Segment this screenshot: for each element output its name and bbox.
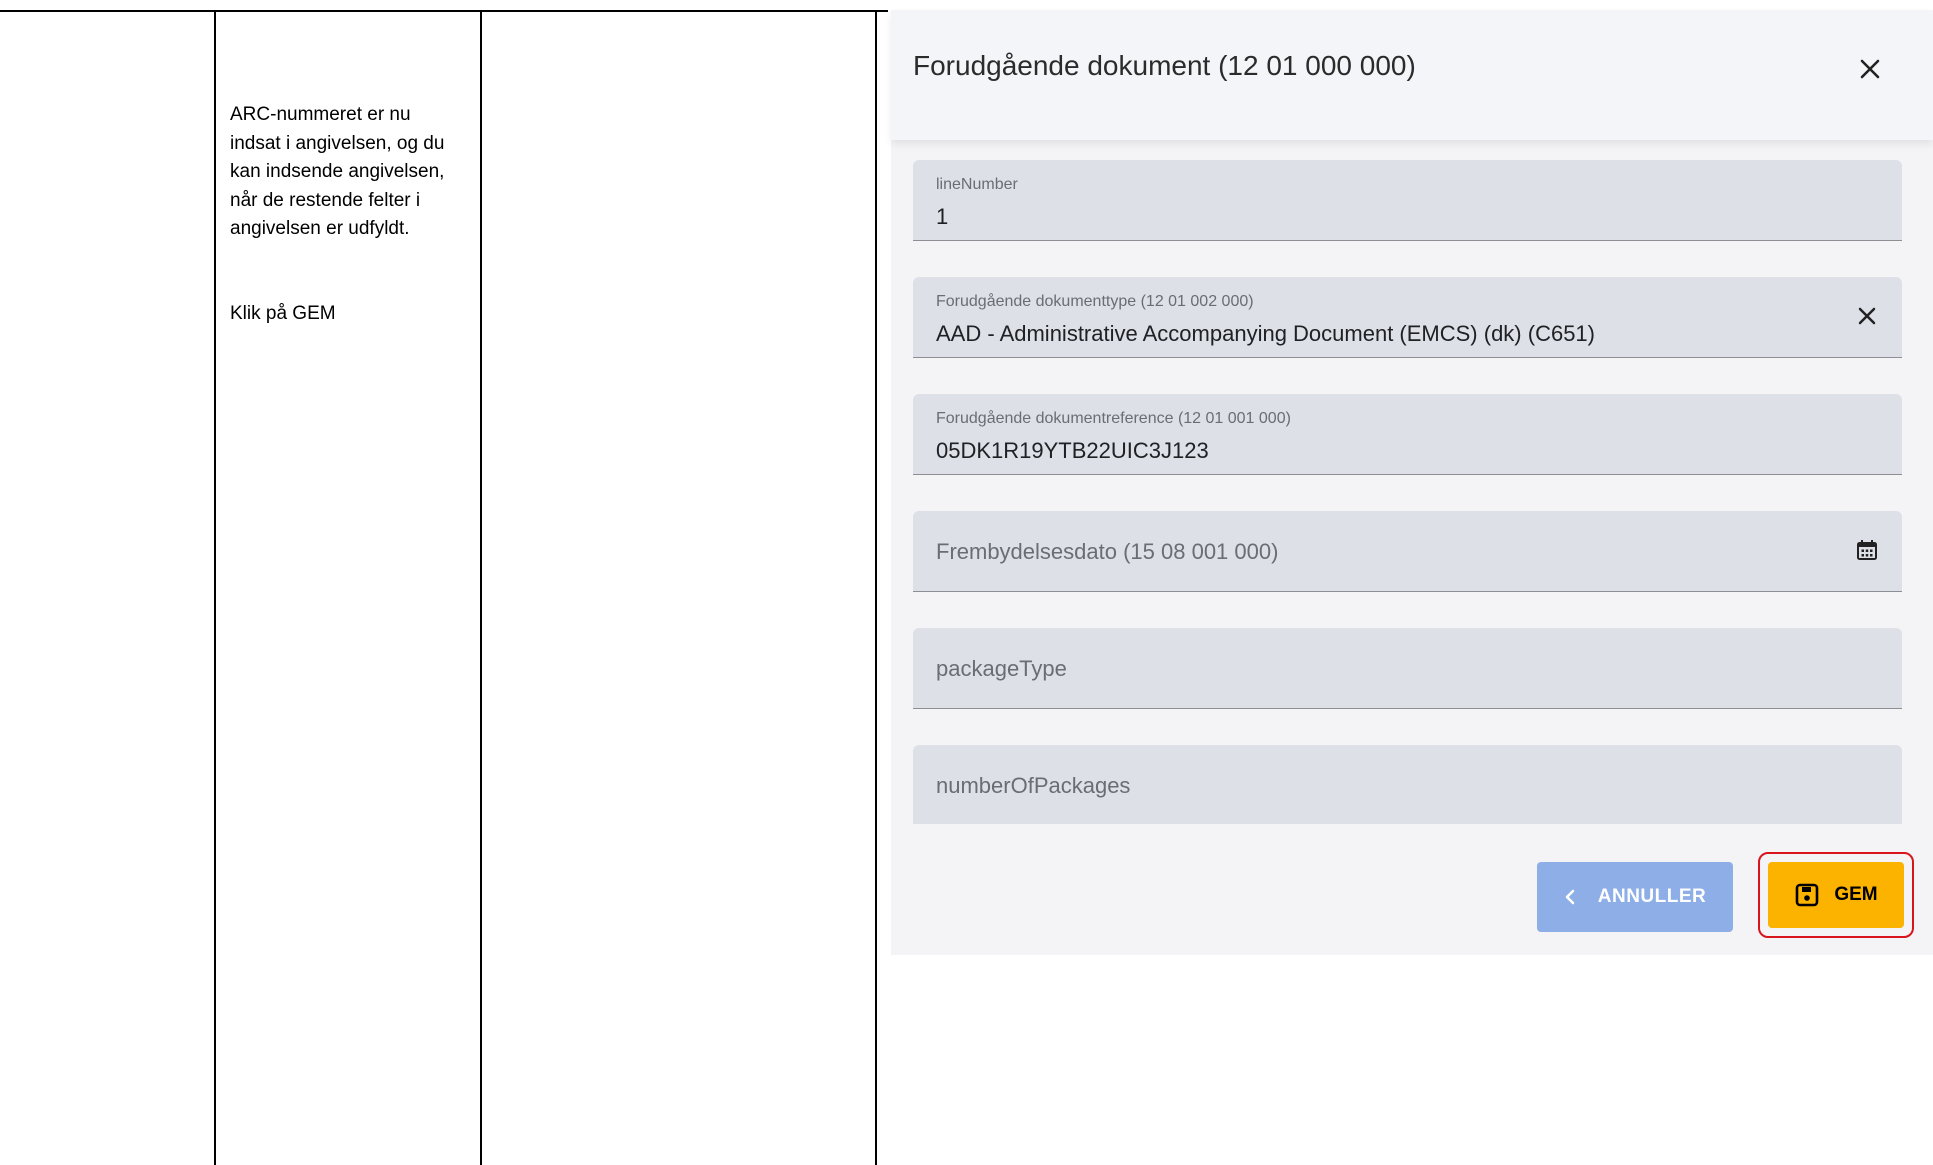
save-icon <box>1794 882 1820 908</box>
field-label: Forudgående dokumenttype (12 01 002 000) <box>936 293 1254 310</box>
cancel-button-label: ANNULLER <box>1597 886 1707 907</box>
chevron-left-icon <box>1564 888 1576 906</box>
cancel-button[interactable]: ANNULLER <box>1537 862 1733 932</box>
document-type-field[interactable]: Forudgående dokumenttype (12 01 002 000)… <box>913 277 1902 358</box>
table-column-divider <box>214 10 216 1165</box>
field-value: 05DK1R19YTB22UIC3J123 <box>936 438 1209 463</box>
calendar-icon[interactable] <box>1852 535 1882 565</box>
field-placeholder: packageType <box>936 656 1067 681</box>
field-placeholder: Frembydelsesdato (15 08 001 000) <box>936 539 1279 564</box>
table-column-divider <box>875 10 877 1165</box>
presentation-date-field[interactable]: Frembydelsesdato (15 08 001 000) <box>913 511 1902 592</box>
dialog-footer: ANNULLER GEM <box>891 824 1933 955</box>
previous-document-dialog: Forudgående dokument (12 01 000 000) lin… <box>891 10 1933 955</box>
save-button[interactable]: GEM <box>1768 862 1904 928</box>
instruction-paragraph: Klik på GEM <box>230 302 336 324</box>
save-button-label: GEM <box>1834 884 1878 905</box>
field-value: AAD - Administrative Accompanying Docume… <box>936 321 1595 346</box>
dialog-header: Forudgående dokument (12 01 000 000) <box>891 10 1933 140</box>
close-icon[interactable] <box>1855 54 1885 84</box>
number-of-packages-field[interactable]: numberOfPackages <box>913 745 1902 826</box>
line-number-field[interactable]: lineNumber 1 <box>913 160 1902 241</box>
dialog-body: lineNumber 1 Forudgående dokumenttype (1… <box>913 160 1902 830</box>
instruction-paragraph: ARC-nummeret er nu indsat i angivelsen, … <box>230 104 445 239</box>
field-label: lineNumber <box>936 176 1018 193</box>
clear-icon[interactable] <box>1852 301 1882 331</box>
table-top-border <box>0 10 888 12</box>
field-value: 1 <box>936 204 949 229</box>
field-label: Forudgående dokumentreference (12 01 001… <box>936 410 1291 427</box>
document-reference-field[interactable]: Forudgående dokumentreference (12 01 001… <box>913 394 1902 475</box>
field-placeholder: numberOfPackages <box>936 773 1131 798</box>
table-column-divider <box>480 10 482 1165</box>
instruction-text: ARC-nummeret er nu indsat i angivelsen, … <box>230 101 460 328</box>
package-type-field[interactable]: packageType <box>913 628 1902 709</box>
dialog-title: Forudgående dokument (12 01 000 000) <box>913 50 1416 81</box>
